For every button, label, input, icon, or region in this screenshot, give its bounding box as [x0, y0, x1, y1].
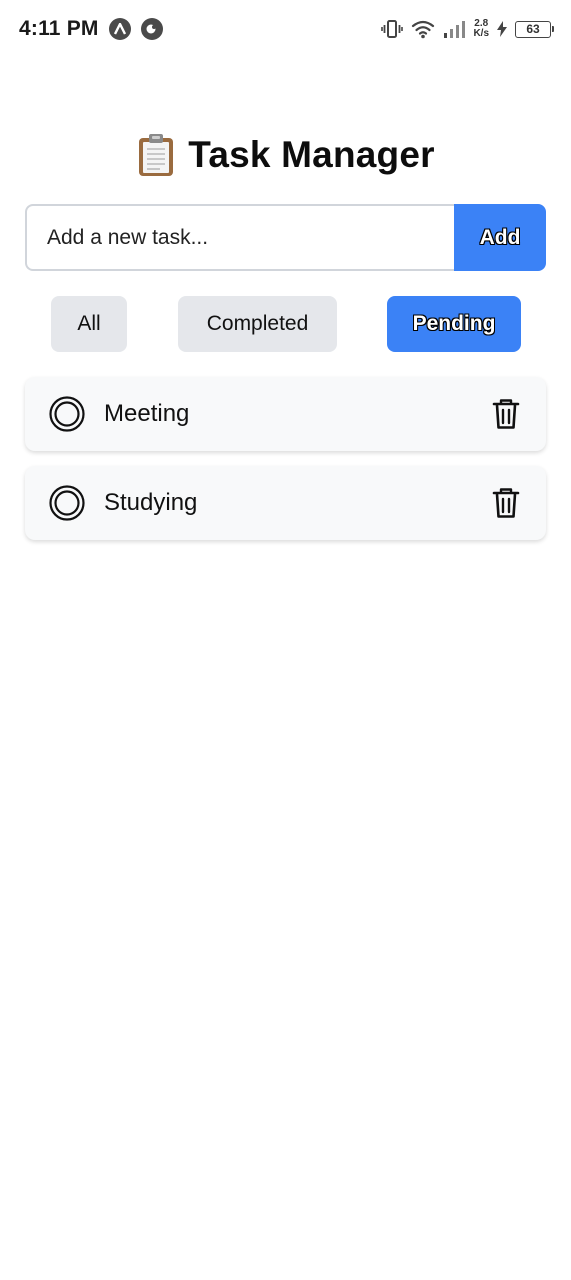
task-text: Meeting: [104, 400, 190, 427]
filter-completed-button[interactable]: Completed: [178, 296, 337, 352]
network-speed-unit: K/s: [473, 28, 489, 39]
task-item: Studying: [25, 466, 546, 540]
battery-level: 63: [526, 22, 540, 36]
status-bar-left: 4:11 PM: [19, 17, 163, 41]
status-time: 4:11 PM: [19, 17, 99, 40]
app-notification-icon-2: [140, 18, 163, 40]
clipboard-icon: [139, 134, 174, 176]
battery-icon: 63: [515, 20, 554, 38]
page-title: Task Manager: [188, 134, 435, 175]
status-bar-right: 2.8 K/s 63: [381, 19, 554, 39]
new-task-input[interactable]: [25, 204, 454, 271]
app-notification-icon: [108, 18, 131, 40]
filter-all-button[interactable]: All: [51, 296, 127, 352]
task-toggle-circle-icon[interactable]: [49, 485, 85, 521]
charging-icon: [497, 21, 507, 37]
delete-task-trash-icon[interactable]: [492, 398, 520, 430]
task-item: Meeting: [25, 377, 546, 451]
add-task-form: Add: [25, 204, 546, 271]
status-bar: 4:11 PM 2.8 K/s 63: [0, 0, 571, 58]
vibrate-icon: [381, 19, 404, 39]
filter-pending-button[interactable]: Pending: [387, 296, 521, 352]
screen: 4:11 PM 2.8 K/s 63 Task Manager Add a ne…: [0, 0, 571, 1280]
wifi-icon: [411, 19, 435, 39]
task-toggle-circle-icon[interactable]: [49, 396, 85, 432]
network-speed: 2.8 K/s: [473, 19, 489, 39]
delete-task-trash-icon[interactable]: [492, 487, 520, 519]
app-header: Task Manager: [0, 128, 571, 182]
add-task-button[interactable]: Add: [454, 204, 546, 271]
signal-icon: [443, 19, 466, 39]
task-text: Studying: [104, 489, 198, 516]
